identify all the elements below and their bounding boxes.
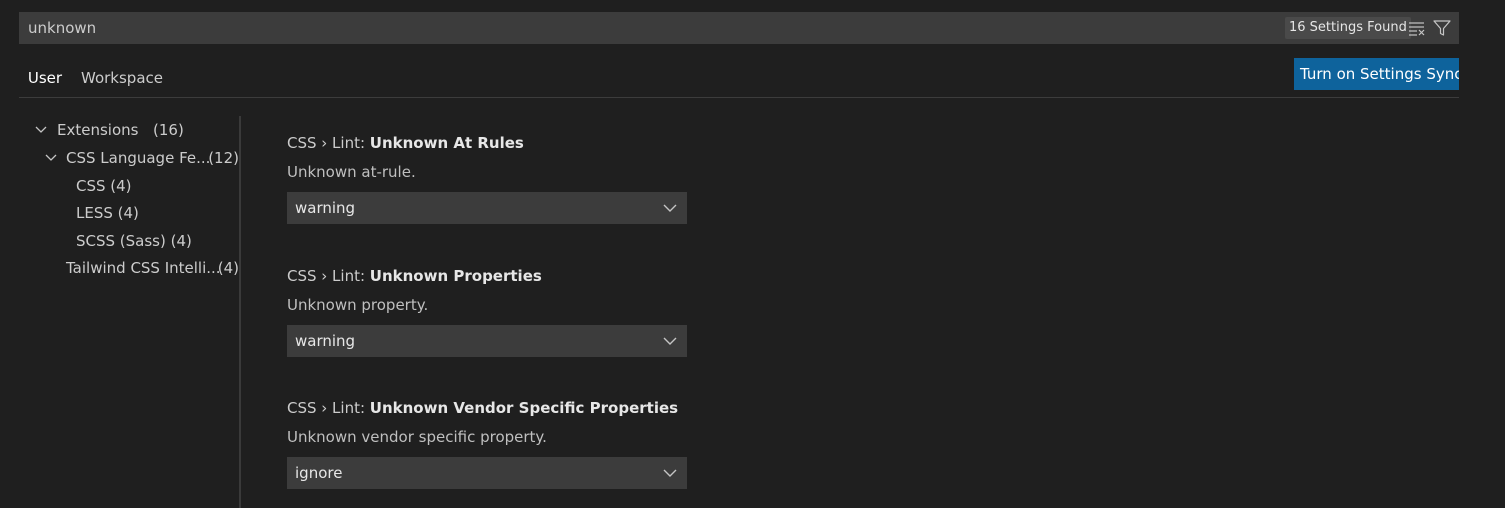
setting-value-dropdown[interactable]: warning — [287, 192, 687, 224]
setting-title: CSS › Lint: Unknown Properties — [287, 265, 687, 287]
turn-on-settings-sync-button[interactable]: Turn on Settings Sync — [1294, 58, 1459, 90]
setting-description: Unknown property. — [287, 296, 429, 314]
tabs-divider — [19, 97, 1459, 98]
toc-item-css-language-features[interactable]: CSS Language Fe... (12) — [45, 145, 239, 171]
setting-value-dropdown[interactable]: ignore — [287, 457, 687, 489]
setting-description: Unknown vendor specific property. — [287, 428, 547, 446]
chevron-down-icon — [35, 126, 47, 133]
settings-found-count: 16 Settings Found — [1285, 17, 1411, 39]
toc-item-css[interactable]: CSS (4) — [76, 173, 132, 199]
toc-item-tailwind-css-intellisense[interactable]: Tailwind CSS Intelli... (4) — [66, 255, 239, 281]
setting-category: CSS › Lint: — [287, 399, 370, 417]
toc-item-less[interactable]: LESS (4) — [76, 200, 139, 226]
dropdown-selected-value: warning — [295, 332, 356, 350]
setting-name: Unknown At Rules — [369, 134, 524, 152]
setting-title: CSS › Lint: Unknown Vendor Specific Prop… — [287, 397, 687, 419]
chevron-down-icon — [663, 337, 677, 345]
setting-unknown-at-rules: CSS › Lint: Unknown At Rules Unknown at-… — [287, 132, 687, 224]
chevron-down-icon — [663, 204, 677, 212]
toc-item-count: (12) — [208, 149, 239, 167]
toc-item-label: CSS Language Fe... — [66, 149, 211, 167]
filter-icon[interactable] — [1432, 18, 1452, 38]
toc-item-scss[interactable]: SCSS (Sass) (4) — [76, 228, 192, 254]
toc-item-count: (4) — [217, 259, 239, 277]
chevron-down-icon — [45, 154, 57, 161]
setting-name: Unknown Vendor Specific Properties — [369, 399, 679, 417]
setting-category: CSS › Lint: — [287, 134, 370, 152]
setting-category: CSS › Lint: — [287, 267, 370, 285]
chevron-down-icon — [663, 469, 677, 477]
setting-value-dropdown[interactable]: warning — [287, 325, 687, 357]
tab-workspace[interactable]: Workspace — [81, 62, 163, 97]
settings-search-bar: 16 Settings Found — [19, 12, 1459, 44]
toc-item-label: Extensions — [57, 121, 139, 139]
clear-filter-icon[interactable] — [1407, 18, 1427, 38]
toc-item-count: (16) — [153, 121, 184, 139]
setting-description: Unknown at-rule. — [287, 163, 416, 181]
toc-item-extensions[interactable]: Extensions (16) — [35, 117, 235, 143]
setting-title: CSS › Lint: Unknown At Rules — [287, 132, 687, 154]
dropdown-selected-value: warning — [295, 199, 356, 217]
setting-unknown-vendor-specific-properties: CSS › Lint: Unknown Vendor Specific Prop… — [287, 397, 687, 489]
setting-name: Unknown Properties — [369, 267, 542, 285]
toc-item-label: Tailwind CSS Intelli... — [66, 259, 221, 277]
settings-search-input[interactable] — [28, 18, 1228, 38]
dropdown-selected-value: ignore — [295, 464, 343, 482]
toc-divider — [239, 116, 241, 508]
setting-unknown-properties: CSS › Lint: Unknown Properties Unknown p… — [287, 265, 687, 357]
tab-user[interactable]: User — [19, 62, 71, 98]
